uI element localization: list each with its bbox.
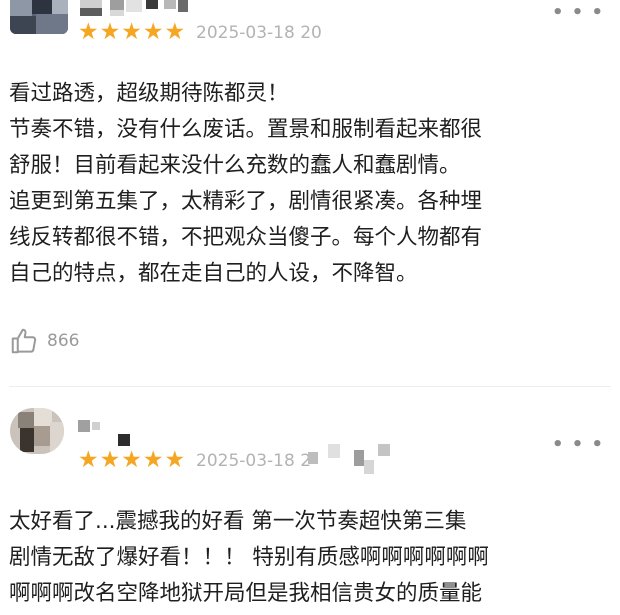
content-line: 看过路透，超级期待陈都灵！ (9, 81, 289, 106)
content-line: 啊啊啊改名空降地狱开局但是我相信贵女的质量能 (9, 581, 483, 606)
more-dots-icon[interactable]: • • • (552, 4, 604, 22)
review-date: 2025-03-18 2 (196, 451, 312, 471)
rating-stars: ★★★★★ (78, 19, 187, 45)
more-dots-icon[interactable]: • • • (552, 436, 604, 454)
review-content: 太好看了...震撼我的好看 第一次节奏超快第三集 剧情无敌了爆好看！！！ 特别有… (9, 504, 615, 612)
content-line: 剧情无敌了爆好看！！！ 特别有质感啊啊啊啊啊啊 (9, 545, 489, 570)
review-card: ★★★★★ 2025-03-18 20 • • • 看过路透，超级期待陈都灵！ … (0, 0, 620, 390)
username-blurred[interactable] (80, 0, 190, 16)
review-content: 看过路透，超级期待陈都灵！ 节奏不错，没有什么废话。置景和服制看起来都很 舒服！… (9, 76, 615, 292)
like-count: 866 (47, 331, 80, 351)
content-line: 节奏不错，没有什么废话。置景和服制看起来都很 (9, 117, 483, 142)
like-button[interactable]: 866 (9, 325, 79, 357)
review-date: 2025-03-18 20 (196, 23, 322, 43)
divider (9, 386, 611, 387)
content-line: 舒服！目前看起来没什么充数的蠢人和蠢剧情。 (9, 153, 461, 178)
content-line: 线反转都很不错，不把观众当傻子。每个人物都有 (9, 225, 483, 250)
thumbs-up-icon (9, 326, 39, 356)
blur-mosaic (308, 444, 398, 478)
review-card: ★★★★★ 2025-03-18 2 • • • 太好看了...震撼我的好看 第… (0, 390, 620, 615)
content-line: 太好看了...震撼我的好看 第一次节奏超快第三集 (9, 509, 467, 534)
avatar[interactable] (10, 0, 68, 34)
content-line: 自己的特点，都在走自己的人设，不降智。 (9, 261, 418, 286)
avatar[interactable] (10, 408, 64, 454)
rating-stars: ★★★★★ (78, 447, 187, 473)
content-line: 追更到第五集了，太精彩了，剧情很紧凑。各种埋 (9, 189, 483, 214)
username-blurred[interactable] (78, 420, 138, 448)
